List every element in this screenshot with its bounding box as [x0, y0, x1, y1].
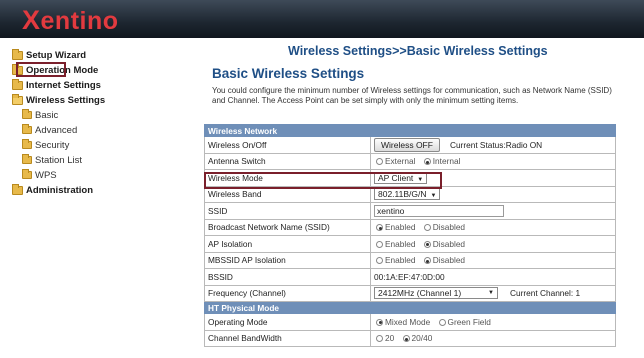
- radio-label: Enabled: [385, 255, 416, 266]
- table-row: Channel BandWidth 20 20/40: [204, 329, 616, 347]
- sidebar-item-wireless-settings[interactable]: Wireless Settings: [12, 93, 105, 107]
- broadcast-disabled-radio[interactable]: [423, 224, 431, 232]
- radio-label: Disabled: [432, 238, 466, 249]
- sidebar-item-wps[interactable]: WPS: [22, 168, 57, 182]
- table-row: BSSID 00:1A:EF:47:0D:00: [204, 268, 616, 286]
- bandwidth-20-40-radio[interactable]: [402, 335, 410, 343]
- basic-highlight-box: [16, 62, 66, 77]
- folder-icon: [22, 109, 32, 119]
- row-label: Operating Mode: [204, 313, 371, 331]
- radio-label: Disabled: [432, 255, 466, 266]
- row-label: BSSID: [204, 268, 371, 286]
- radio-label: 20/40: [411, 333, 433, 344]
- row-label: SSID: [204, 202, 371, 220]
- wireless-band-select[interactable]: 802.11B/G/N ▼: [374, 188, 441, 201]
- sidebar-item-station-list[interactable]: Station List: [22, 153, 82, 167]
- current-channel-text: Current Channel: 1: [510, 288, 581, 299]
- section-header-ht: HT Physical Mode: [204, 301, 616, 314]
- table-row: Wireless On/Off Wireless OFF Current Stat…: [204, 136, 616, 154]
- sidebar-item-setup-wizard[interactable]: Setup Wizard: [12, 48, 86, 62]
- row-label: MBSSID AP Isolation: [204, 251, 371, 269]
- folder-icon: [22, 124, 32, 134]
- antenna-external-radio[interactable]: [376, 158, 383, 166]
- mbssid-disabled-radio[interactable]: [423, 257, 431, 265]
- bssid-value: 00:1A:EF:47:0D:00: [370, 268, 616, 286]
- radio-status-text: Current Status:Radio ON: [449, 139, 543, 150]
- row-label: AP Isolation: [204, 235, 371, 253]
- sidebar-item-advanced[interactable]: Advanced: [22, 123, 77, 137]
- folder-icon: [12, 48, 23, 60]
- section-header-wireless: Wireless Network: [204, 124, 616, 137]
- radio-label: Disabled: [432, 222, 466, 233]
- sidebar-item-administration[interactable]: Administration: [12, 183, 93, 197]
- table-row: MBSSID AP Isolation Enabled Disabled: [204, 251, 616, 269]
- mixed-mode-radio[interactable]: [376, 318, 383, 326]
- dropdown-arrow-icon: ▼: [430, 193, 437, 200]
- dropdown-arrow-icon: ▼: [488, 290, 494, 297]
- table-row: Broadcast Network Name (SSID) Enabled Di…: [204, 218, 616, 236]
- radio-label: Enabled: [385, 222, 416, 233]
- wireless-mode-highlight-box: [204, 172, 442, 189]
- folder-icon: [22, 154, 32, 164]
- sidebar-item-basic[interactable]: Basic: [22, 108, 58, 122]
- section-heading: Basic Wireless Settings: [212, 66, 365, 81]
- top-header: Xentino: [0, 0, 644, 38]
- table-row: AP Isolation Enabled Disabled: [204, 235, 616, 253]
- table-row: Operating Mode Mixed Mode Green Field: [204, 313, 616, 331]
- folder-icon: [12, 78, 23, 90]
- settings-table: Wireless Network Wireless On/Off Wireles…: [204, 124, 616, 347]
- sidebar-item-internet-settings[interactable]: Internet Settings: [12, 78, 101, 92]
- row-label: Wireless On/Off: [204, 136, 371, 154]
- antenna-internal-radio[interactable]: [423, 158, 431, 166]
- row-label: Channel BandWidth: [204, 329, 371, 347]
- wireless-off-button[interactable]: Wireless OFF: [374, 137, 440, 152]
- row-label: Antenna Switch: [204, 152, 371, 170]
- page-description: You could configure the minimum number o…: [212, 86, 612, 105]
- radio-label: Internal: [432, 156, 461, 167]
- table-row: SSID xentino: [204, 202, 616, 220]
- bandwidth-20-radio[interactable]: [376, 335, 383, 343]
- folder-icon: [22, 139, 32, 149]
- radio-label: Green Field: [447, 316, 491, 327]
- brand-logo: Xentino: [22, 5, 119, 35]
- folder-icon: [12, 183, 23, 195]
- folder-open-icon: [12, 93, 23, 105]
- row-label: Frequency (Channel): [204, 284, 371, 302]
- frequency-select[interactable]: 2412MHz (Channel 1) ▼: [374, 287, 498, 300]
- ap-isolation-disabled-radio[interactable]: [423, 240, 431, 248]
- mbssid-enabled-radio[interactable]: [376, 257, 383, 265]
- page-title: Wireless Settings>>Basic Wireless Settin…: [288, 44, 548, 58]
- radio-label: External: [385, 156, 416, 167]
- green-field-radio[interactable]: [438, 318, 446, 326]
- ap-isolation-enabled-radio[interactable]: [376, 240, 383, 248]
- ssid-input[interactable]: xentino: [374, 204, 504, 217]
- radio-label: Enabled: [385, 238, 416, 249]
- broadcast-enabled-radio[interactable]: [376, 224, 383, 232]
- folder-icon: [22, 169, 32, 179]
- table-row: Antenna Switch External Internal: [204, 152, 616, 170]
- radio-label: 20: [385, 333, 395, 344]
- table-row: Frequency (Channel) 2412MHz (Channel 1) ▼…: [204, 284, 616, 302]
- row-label: Broadcast Network Name (SSID): [204, 218, 371, 236]
- radio-label: Mixed Mode: [385, 316, 431, 327]
- sidebar-item-security[interactable]: Security: [22, 138, 69, 152]
